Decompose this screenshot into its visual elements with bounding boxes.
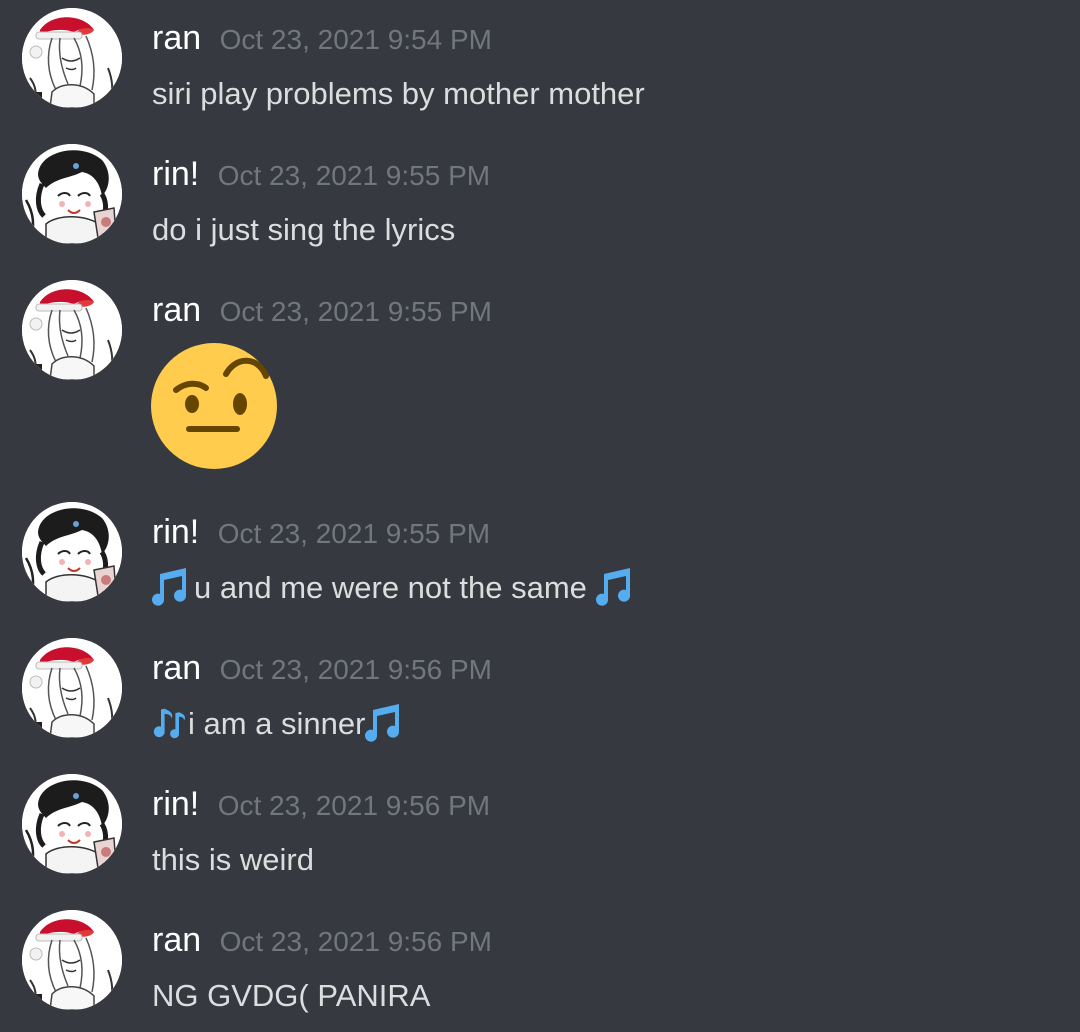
author-name[interactable]: rin!: [152, 155, 199, 193]
message-header: rin! Oct 23, 2021 9:55 PM: [152, 152, 490, 196]
message-text-body: i am a sinner: [188, 706, 366, 741]
timestamp: Oct 23, 2021 9:56 PM: [217, 790, 491, 821]
timestamp: Oct 23, 2021 9:55 PM: [219, 296, 492, 327]
message-header: ran Oct 23, 2021 9:56 PM: [152, 646, 492, 690]
musical-notes-icon: [595, 566, 638, 608]
message-header: ran Oct 23, 2021 9:54 PM: [152, 16, 492, 60]
timestamp: Oct 23, 2021 9:54 PM: [219, 24, 492, 55]
message-text: NG GVDG( PANIRA: [152, 978, 431, 1013]
message: rin! Oct 23, 2021 9:55 PM u and me were …: [0, 494, 1080, 630]
author-name[interactable]: ran: [152, 291, 201, 329]
author-name[interactable]: ran: [152, 19, 201, 57]
message-text: i am a sinner: [152, 702, 407, 746]
avatar[interactable]: [22, 910, 122, 1010]
message: rin! Oct 23, 2021 9:55 PM do i just sing…: [0, 136, 1080, 272]
message-header: rin! Oct 23, 2021 9:55 PM: [152, 510, 490, 554]
message: ran Oct 23, 2021 9:54 PM siri play probl…: [0, 0, 1080, 136]
message-text: do i just sing the lyrics: [152, 212, 456, 247]
musical-note-icon: [152, 702, 188, 744]
avatar[interactable]: [22, 774, 122, 874]
message: ran Oct 23, 2021 9:55 PM: [0, 272, 1080, 494]
message-text-body: u and me were not the same: [194, 570, 596, 605]
avatar[interactable]: [22, 144, 122, 244]
timestamp: Oct 23, 2021 9:55 PM: [217, 160, 491, 191]
message: ran Oct 23, 2021 9:56 PM NG GVDG( PANIRA: [0, 902, 1080, 1032]
musical-notes-icon: [365, 702, 407, 744]
message-list: ran Oct 23, 2021 9:54 PM siri play probl…: [0, 0, 1080, 1032]
message: rin! Oct 23, 2021 9:56 PM this is weird: [0, 766, 1080, 902]
message: ran Oct 23, 2021 9:56 PM i am a sinner: [0, 630, 1080, 766]
message-text: this is weird: [152, 842, 314, 877]
author-name[interactable]: rin!: [152, 785, 199, 823]
author-name[interactable]: ran: [152, 921, 201, 959]
message-header: rin! Oct 23, 2021 9:56 PM: [152, 782, 490, 826]
message-header: ran Oct 23, 2021 9:55 PM: [152, 288, 492, 332]
timestamp: Oct 23, 2021 9:55 PM: [217, 518, 491, 549]
musical-notes-icon: [152, 566, 194, 608]
author-name[interactable]: ran: [152, 649, 201, 687]
avatar[interactable]: [22, 8, 122, 108]
message-text: u and me were not the same: [152, 566, 638, 610]
avatar[interactable]: [22, 638, 122, 738]
timestamp: Oct 23, 2021 9:56 PM: [219, 654, 492, 685]
face-with-raised-eyebrow-icon[interactable]: [150, 342, 278, 470]
message-text: siri play problems by mother mother: [152, 76, 645, 111]
timestamp: Oct 23, 2021 9:56 PM: [219, 926, 492, 957]
author-name[interactable]: rin!: [152, 513, 199, 551]
avatar[interactable]: [22, 502, 122, 602]
message-header: ran Oct 23, 2021 9:56 PM: [152, 918, 492, 962]
avatar[interactable]: [22, 280, 122, 380]
